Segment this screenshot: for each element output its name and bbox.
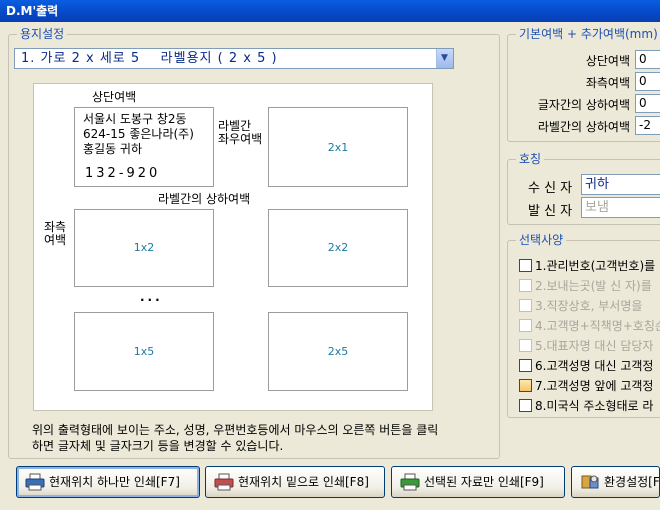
printer-icon <box>214 473 234 491</box>
print-selected-button[interactable]: 선택된 자료만 인쇄[F9] <box>391 466 565 498</box>
checkbox-icon <box>519 299 532 312</box>
checkbox-icon[interactable] <box>519 399 532 412</box>
label-spacing-input[interactable]: -2 <box>635 116 660 135</box>
preview-help-text: 위의 출력형태에 보이는 주소, 성명, 우편번호등에서 마우스의 오른쪽 버튼… <box>32 423 439 453</box>
checkbox-icon[interactable] <box>519 259 532 272</box>
label-cell-1x1[interactable]: 서울시 도봉구 창2동 624-15 좋은나라(주) 홍길동 귀하 132-92… <box>74 107 214 187</box>
settings-button[interactable]: 환경설정[F <box>571 466 660 498</box>
label-side-margin-label: 라벨간 좌우여백 <box>218 119 263 146</box>
checkbox-icon[interactable] <box>519 379 532 392</box>
paper-type-value: 1. 가로 2 x 세로 5 라벨용지 ( 2 x 5 ) <box>21 51 278 66</box>
top-margin-field-label: 상단여백 <box>585 54 630 68</box>
top-margin-label: 상단여백 <box>92 90 137 104</box>
top-margin-input[interactable]: 0 <box>635 50 660 69</box>
label-cell-1x5: 1x5 <box>74 312 214 391</box>
option-5: 5.대표자명 대신 담당자 <box>519 338 653 354</box>
cell-number: 2x1 <box>327 141 349 154</box>
recipient-input[interactable]: 귀하 <box>581 174 660 195</box>
sender-input[interactable]: 보냄 <box>581 197 660 218</box>
printer-icon <box>400 473 420 491</box>
window-title: D.M'출력 <box>6 4 59 18</box>
label-cell-2x5: 2x5 <box>268 312 408 391</box>
window-title-bar[interactable]: D.M'출력 <box>0 0 660 22</box>
checkbox-icon <box>519 319 532 332</box>
paper-type-select[interactable]: 1. 가로 2 x 세로 5 라벨용지 ( 2 x 5 ) ▼ <box>14 48 454 69</box>
printer-icon <box>25 473 45 491</box>
settings-tools-icon <box>581 475 599 489</box>
sample-address[interactable]: 서울시 도봉구 창2동 624-15 좋은나라(주) 홍길동 귀하 <box>83 112 194 157</box>
cell-number: 1x5 <box>133 345 155 358</box>
char-spacing-input[interactable]: 0 <box>635 94 660 113</box>
options-title: 선택사양 <box>516 232 567 248</box>
sender-label: 발 신 자 <box>528 204 573 219</box>
option-2: 2.보내는곳(발 신 자)를 <box>519 278 652 294</box>
left-margin-label: 좌측 여백 <box>44 220 67 247</box>
cell-number: 2x5 <box>327 345 349 358</box>
left-margin-input[interactable]: 0 <box>635 72 660 91</box>
print-current-button[interactable]: 현재위치 하나만 인쇄[F7] <box>16 466 200 498</box>
honorific-title: 호칭 <box>516 151 545 167</box>
recipient-label: 수 신 자 <box>528 181 573 196</box>
label-spacing-field-label: 라벨간의 상하여백 <box>537 120 630 134</box>
checkbox-icon <box>519 279 532 292</box>
ellipsis: ... <box>140 290 163 304</box>
left-margin-field-label: 좌측여백 <box>585 76 630 90</box>
char-spacing-field-label: 글자간의 상하여백 <box>537 98 630 112</box>
label-vertical-margin-label: 라벨간의 상하여백 <box>158 192 251 206</box>
sample-zip[interactable]: 132-920 <box>85 166 160 181</box>
label-preview: 상단여백 서울시 도봉구 창2동 624-15 좋은나라(주) 홍길동 귀하 1… <box>33 83 433 411</box>
option-6[interactable]: 6.고객성명 대신 고객정 <box>519 358 653 374</box>
option-3: 3.직장상호, 부서명을 <box>519 298 642 314</box>
cell-number: 1x2 <box>133 241 155 254</box>
option-1[interactable]: 1.관리번호(고객번호)를 <box>519 258 655 274</box>
option-8[interactable]: 8.미국식 주소형태로 라 <box>519 398 653 414</box>
label-cell-2x2: 2x2 <box>268 209 408 287</box>
checkbox-icon[interactable] <box>519 359 532 372</box>
checkbox-icon <box>519 339 532 352</box>
option-4: 4.고객명+직책명+호칭순 <box>519 318 660 334</box>
cell-number: 2x2 <box>327 241 349 254</box>
margins-title: 기본여백 + 추가여백(mm) <box>516 26 660 42</box>
paper-settings-title: 용지설정 <box>17 26 68 42</box>
chevron-down-icon[interactable]: ▼ <box>436 49 453 68</box>
option-7[interactable]: 7.고객성명 앞에 고객정 <box>519 378 653 394</box>
label-cell-1x2: 1x2 <box>74 209 214 287</box>
label-cell-2x1: 2x1 <box>268 107 408 187</box>
print-below-button[interactable]: 현재위치 밑으로 인쇄[F8] <box>205 466 385 498</box>
